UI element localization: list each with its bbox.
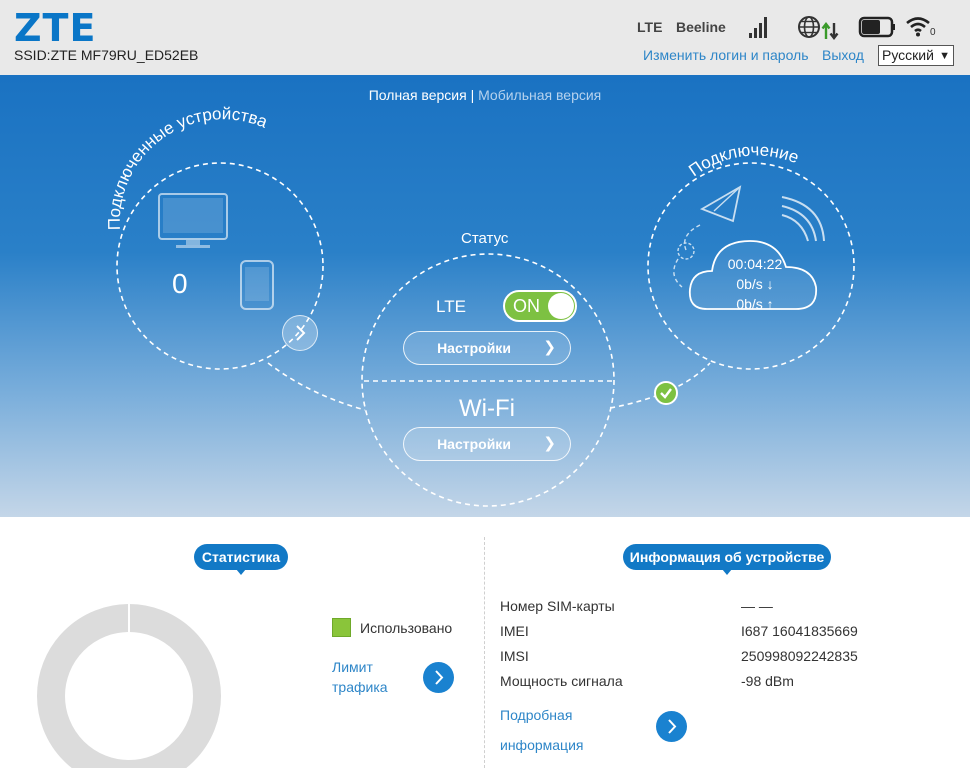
imei-label: IMEI bbox=[500, 623, 529, 639]
signal-waves-icon bbox=[781, 196, 825, 242]
dashboard-hero: Подключенные устройства Подключение Полн… bbox=[0, 75, 970, 517]
connected-check-icon bbox=[654, 381, 678, 405]
chevron-right-icon: ❯ bbox=[543, 435, 556, 452]
status-title: Статус bbox=[461, 230, 509, 247]
connection-title: Подключение bbox=[685, 140, 801, 180]
network-type: LTE bbox=[637, 19, 663, 35]
signal-strength-value: -98 dBm bbox=[741, 673, 794, 689]
imsi-value: 250998092242835 bbox=[741, 648, 858, 664]
globe-transfer-icon bbox=[798, 16, 839, 40]
lte-settings-label: Настройки bbox=[437, 340, 511, 356]
sim-number-value: — — bbox=[741, 598, 773, 614]
traffic-donut-chart bbox=[37, 603, 221, 768]
status-circle bbox=[361, 253, 615, 507]
download-rate: 0b/s ↓ bbox=[736, 276, 774, 292]
wifi-icon bbox=[906, 17, 930, 37]
legend-used-swatch bbox=[332, 618, 351, 637]
language-select[interactable]: Русский ▼ bbox=[878, 45, 954, 66]
lte-toggle[interactable]: ON bbox=[503, 290, 577, 322]
logout-link[interactable]: Выход bbox=[822, 47, 864, 63]
version-switcher: Полная версия | Мобильная версия bbox=[0, 87, 970, 103]
lte-toggle-state: ON bbox=[513, 296, 540, 316]
wifi-settings-button[interactable]: Настройки ❯ bbox=[403, 427, 571, 461]
monitor-icon bbox=[158, 193, 228, 248]
bottom-panel: Статистика Использовано Лимит трафика Ин… bbox=[0, 517, 970, 768]
toggle-knob bbox=[548, 293, 574, 319]
statistics-title-text: Статистика bbox=[201, 549, 281, 565]
zte-logo: ZTE bbox=[14, 6, 97, 50]
full-version-link[interactable]: Полная версия bbox=[369, 87, 467, 103]
device-info-title: Информация об устройстве bbox=[623, 544, 831, 575]
signal-strength-label: Мощность сигнала bbox=[500, 673, 623, 689]
wifi-settings-label: Настройки bbox=[437, 436, 511, 452]
lte-settings-button[interactable]: Настройки ❯ bbox=[403, 331, 571, 365]
change-login-link[interactable]: Изменить логин и пароль bbox=[643, 47, 809, 63]
lte-label: LTE bbox=[436, 297, 466, 316]
chevron-right-icon bbox=[668, 719, 677, 734]
chevron-right-icon: ❯ bbox=[543, 339, 556, 356]
wifi-label: Wi-Fi bbox=[459, 395, 515, 422]
imei-value: Ι687 16041835669 bbox=[741, 623, 858, 639]
smartphone-icon bbox=[240, 260, 274, 310]
traffic-limit-button[interactable] bbox=[423, 662, 454, 693]
chevron-right-icon bbox=[296, 325, 306, 341]
legend-used-label: Использовано bbox=[360, 620, 453, 636]
wifi-client-count: 0 bbox=[930, 27, 936, 38]
sim-number-label: Номер SIM-карты bbox=[500, 598, 615, 614]
mobile-version-link[interactable]: Мобильная версия bbox=[478, 87, 601, 103]
connection-title-text: Подключение bbox=[685, 140, 801, 180]
connection-time: 00:04:22 bbox=[727, 256, 783, 272]
devices-arrow-button[interactable] bbox=[282, 315, 318, 351]
detailed-info-button[interactable] bbox=[656, 711, 687, 742]
imsi-label: IMSI bbox=[500, 648, 529, 664]
header-bar: ZTE SSID:ZTE MF79RU_ED52EB LTE Beeline 0… bbox=[0, 0, 970, 75]
section-divider bbox=[484, 537, 485, 768]
device-info-title-text: Информация об устройстве bbox=[629, 549, 825, 565]
ssid-label: SSID:ZTE MF79RU_ED52EB bbox=[14, 47, 199, 63]
devices-count: 0 bbox=[172, 268, 188, 299]
operator-name: Beeline bbox=[676, 19, 726, 35]
signal-icon bbox=[749, 17, 767, 38]
version-separator: | bbox=[470, 87, 475, 103]
upload-rate: 0b/s ↑ bbox=[736, 296, 774, 312]
battery-icon bbox=[858, 16, 895, 38]
chevron-right-icon bbox=[435, 670, 444, 685]
statistics-title: Статистика bbox=[194, 544, 288, 575]
detailed-info-link[interactable]: Подробная информация bbox=[500, 700, 610, 760]
traffic-limit-link[interactable]: Лимит трафика bbox=[332, 657, 402, 697]
language-value: Русский bbox=[882, 47, 934, 63]
chevron-down-icon: ▼ bbox=[939, 50, 950, 62]
